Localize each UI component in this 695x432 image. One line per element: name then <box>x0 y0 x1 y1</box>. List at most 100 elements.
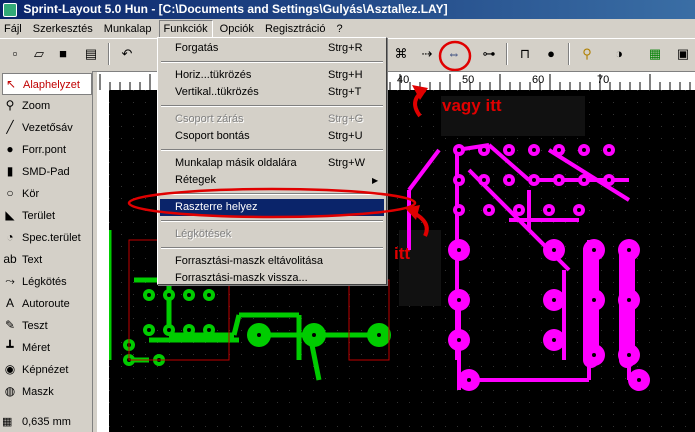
grid-dot <box>673 318 674 319</box>
grid-dot <box>157 390 158 391</box>
grid-dot <box>517 330 518 331</box>
grid-dot <box>589 198 590 199</box>
grid-dot <box>409 402 410 403</box>
grid-dot <box>337 354 338 355</box>
ruler-tick-label: 70 <box>597 74 609 86</box>
grid-dot <box>169 402 170 403</box>
tool-autoroute[interactable]: A Autoroute <box>2 293 90 313</box>
tool-special-area[interactable]: ◔ Spec.terület <box>2 227 90 247</box>
grid-dot <box>649 138 650 139</box>
grid-dot <box>493 402 494 403</box>
grid-dot <box>493 138 494 139</box>
grid-dot <box>145 114 146 115</box>
tool-mask[interactable]: ◍ Maszk <box>2 381 90 401</box>
grid-dot <box>349 366 350 367</box>
grid-dot <box>505 282 506 283</box>
grid-dot <box>313 306 314 307</box>
grid-dot <box>577 270 578 271</box>
tool-pointer[interactable]: ↖ Alaphelyzet <box>2 73 92 95</box>
grid-dot <box>385 294 386 295</box>
grid-dot <box>601 174 602 175</box>
tool-area[interactable]: ◣ Terület <box>2 205 90 225</box>
grid-dot <box>493 426 494 427</box>
grid-dot <box>109 174 110 175</box>
grid-dot <box>229 426 230 427</box>
grid-dot <box>145 378 146 379</box>
menu-item[interactable]: Forrasztási-maszk eltávolitása <box>160 253 384 270</box>
grid-dot <box>481 258 482 259</box>
tool-text[interactable]: ab Text <box>2 249 90 269</box>
tool-test[interactable]: ✎ Teszt <box>2 315 90 335</box>
tool-pad[interactable]: ● Forr.pont <box>2 139 90 159</box>
menu-separator <box>161 193 383 195</box>
tool-magnifier[interactable]: ⚲ Zoom <box>2 95 90 115</box>
grid-dot <box>589 414 590 415</box>
grid-dot <box>133 186 134 187</box>
grid-dot <box>529 426 530 427</box>
menu-file[interactable]: Fájl <box>0 20 26 39</box>
grid-dot <box>109 198 110 199</box>
grid-dot <box>157 402 158 403</box>
grid-dot <box>409 138 410 139</box>
grid-dot <box>613 294 614 295</box>
grid-dot <box>421 426 422 427</box>
pad-hole <box>552 338 556 342</box>
pad-hole <box>482 178 486 182</box>
grid-dot <box>601 102 602 103</box>
grid-dot <box>289 390 290 391</box>
grid-dot <box>685 306 686 307</box>
grid-dot <box>409 390 410 391</box>
grid-dot <box>517 294 518 295</box>
grid-dot <box>493 174 494 175</box>
menu-item[interactable]: Forrasztási-maszk vissza... <box>160 270 384 287</box>
menu-functions[interactable]: Funkciók <box>158 20 213 38</box>
mask-icon: ◍ <box>4 384 16 398</box>
menu-item[interactable]: Forgatás Strg+R <box>160 40 384 57</box>
grid-dot <box>421 318 422 319</box>
menu-item-label: Munkalap másik oldalára <box>175 157 297 169</box>
tool-smd-pad[interactable]: ▮ SMD-Pad <box>2 161 90 181</box>
grid-dot <box>481 294 482 295</box>
menu-item[interactable]: Horiz...tükrözés Strg+H <box>160 67 384 84</box>
menu-item-label: Csoport zárás <box>175 113 244 125</box>
grid-dot <box>265 378 266 379</box>
tool-photoview[interactable]: ◉ Képnézet <box>2 359 90 379</box>
menu-edit[interactable]: Szerkesztés <box>29 20 97 39</box>
grid-dot <box>133 294 134 295</box>
tool-airwire[interactable]: ⤳ Légkötés <box>2 271 90 291</box>
grid-dot <box>409 354 410 355</box>
grid-dot <box>109 222 110 223</box>
grid-dot <box>409 378 410 379</box>
grid-dot <box>469 270 470 271</box>
tool-circle[interactable]: ○ Kör <box>2 183 90 203</box>
tool-track[interactable]: ╱ Vezetősáv <box>2 117 90 137</box>
menu-item[interactable]: Csoport bontás Strg+U <box>160 128 384 145</box>
grid-dot <box>637 90 638 91</box>
tool-measure[interactable]: ┻ Méret <box>2 337 90 357</box>
grid-dot <box>469 210 470 211</box>
grid-dot <box>529 390 530 391</box>
grid-dot <box>469 354 470 355</box>
grid-dot <box>637 282 638 283</box>
menu-item[interactable]: Rétegek ▶ <box>160 172 384 189</box>
grid-dot <box>445 138 446 139</box>
grid-dot <box>277 354 278 355</box>
grid-dot <box>289 294 290 295</box>
menu-item[interactable]: Vertikal..tükrözés Strg+T <box>160 84 384 101</box>
menu-item[interactable]: Raszterre helyez <box>160 199 384 216</box>
grid-dot <box>121 378 122 379</box>
grid-dot <box>505 426 506 427</box>
grid-dot <box>589 390 590 391</box>
grid-dot <box>481 246 482 247</box>
grid-dot <box>157 366 158 367</box>
grid-dot <box>205 366 206 367</box>
grid-dot <box>637 114 638 115</box>
menu-board[interactable]: Munkalap <box>100 20 156 39</box>
grid-dot <box>325 306 326 307</box>
grid-dot <box>577 174 578 175</box>
menu-item[interactable]: Munkalap másik oldalára Strg+W <box>160 155 384 172</box>
grid-dot <box>109 402 110 403</box>
grid-dot <box>445 342 446 343</box>
grid-dot <box>121 186 122 187</box>
area-icon: ◣ <box>5 208 15 222</box>
